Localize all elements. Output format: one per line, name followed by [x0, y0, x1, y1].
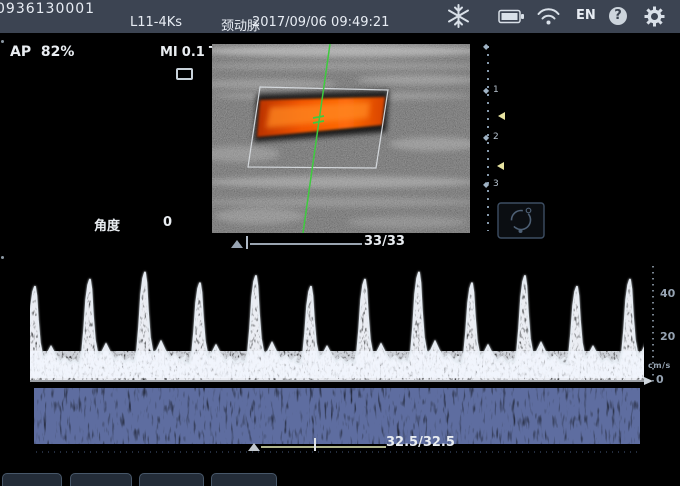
velocity-unit-label: cm/s [648, 361, 671, 370]
gear-icon[interactable] [643, 5, 666, 28]
depth-mark-icon: ◆ [483, 133, 489, 142]
depth-mark-icon: ◆ [483, 180, 489, 189]
mi-label: MI [160, 45, 178, 60]
sweep-slider-handle[interactable] [248, 443, 260, 451]
exam-datetime: 2017/09/06 09:49:21 [252, 15, 389, 30]
probe-name[interactable]: L11-4Ks [130, 15, 182, 30]
softkey-button-3[interactable] [139, 473, 204, 486]
sweep-slider-track[interactable] [261, 446, 386, 448]
spectral-waveform [19, 258, 670, 384]
acoustic-power-readout: AP 82% [10, 44, 74, 60]
ultrasound-screen: 0936130001 L11-4Ks 颈动脉 2017/09/06 09:49:… [0, 0, 680, 486]
angle-label: 角度 [94, 215, 120, 234]
spectral-doppler-display[interactable] [0, 250, 680, 486]
ap-label: AP [10, 44, 31, 60]
b-mode-image[interactable] [212, 44, 470, 233]
battery-icon [498, 9, 525, 24]
baseline-arrow-icon [644, 377, 653, 385]
sweep-slider-position[interactable] [314, 438, 316, 451]
softkey-button-1[interactable] [2, 473, 62, 486]
softkey-button-4[interactable] [211, 473, 277, 486]
diastolic-noise-band [30, 351, 644, 378]
roi-mode-icon [176, 68, 193, 80]
help-icon[interactable]: ? [609, 7, 627, 25]
marker-dot [1, 40, 4, 43]
cine-frame-counter: 33/33 [364, 234, 405, 249]
header-bar: 0936130001 L11-4Ks 颈动脉 2017/09/06 09:49:… [0, 0, 680, 33]
velocity-upper-label: 40 [660, 287, 675, 300]
focus-marker-icon[interactable] [498, 112, 505, 120]
reverse-channel-noise [34, 388, 640, 444]
wifi-icon [536, 6, 561, 26]
mi-value: 0.1 [182, 45, 205, 60]
cine-slider-handle[interactable] [231, 240, 243, 248]
velocity-zero-label: 0 [656, 373, 664, 386]
depth-mark-label: 2 [493, 132, 499, 142]
language-switch[interactable]: EN [576, 8, 596, 23]
freeze-icon[interactable] [446, 3, 471, 29]
depth-mark-icon: ◆ [483, 86, 489, 95]
depth-mark-label: 3 [493, 179, 499, 189]
device-id: 0936130001 [0, 1, 95, 17]
depth-mark-label: 1 [493, 85, 499, 95]
sweep-time-counter: 32.5/32.5 [386, 435, 455, 450]
velocity-lower-label: 20 [660, 330, 675, 343]
depth-mark-icon: ◆ [483, 42, 489, 51]
cine-slider-position[interactable] [246, 236, 248, 249]
image-orientation-icon[interactable] [497, 202, 545, 239]
softkey-button-2[interactable] [70, 473, 132, 486]
focus-marker-icon[interactable] [497, 162, 504, 170]
ap-value: 82% [41, 44, 75, 60]
cine-slider-track[interactable] [250, 243, 362, 245]
angle-value: 0 [163, 215, 172, 230]
